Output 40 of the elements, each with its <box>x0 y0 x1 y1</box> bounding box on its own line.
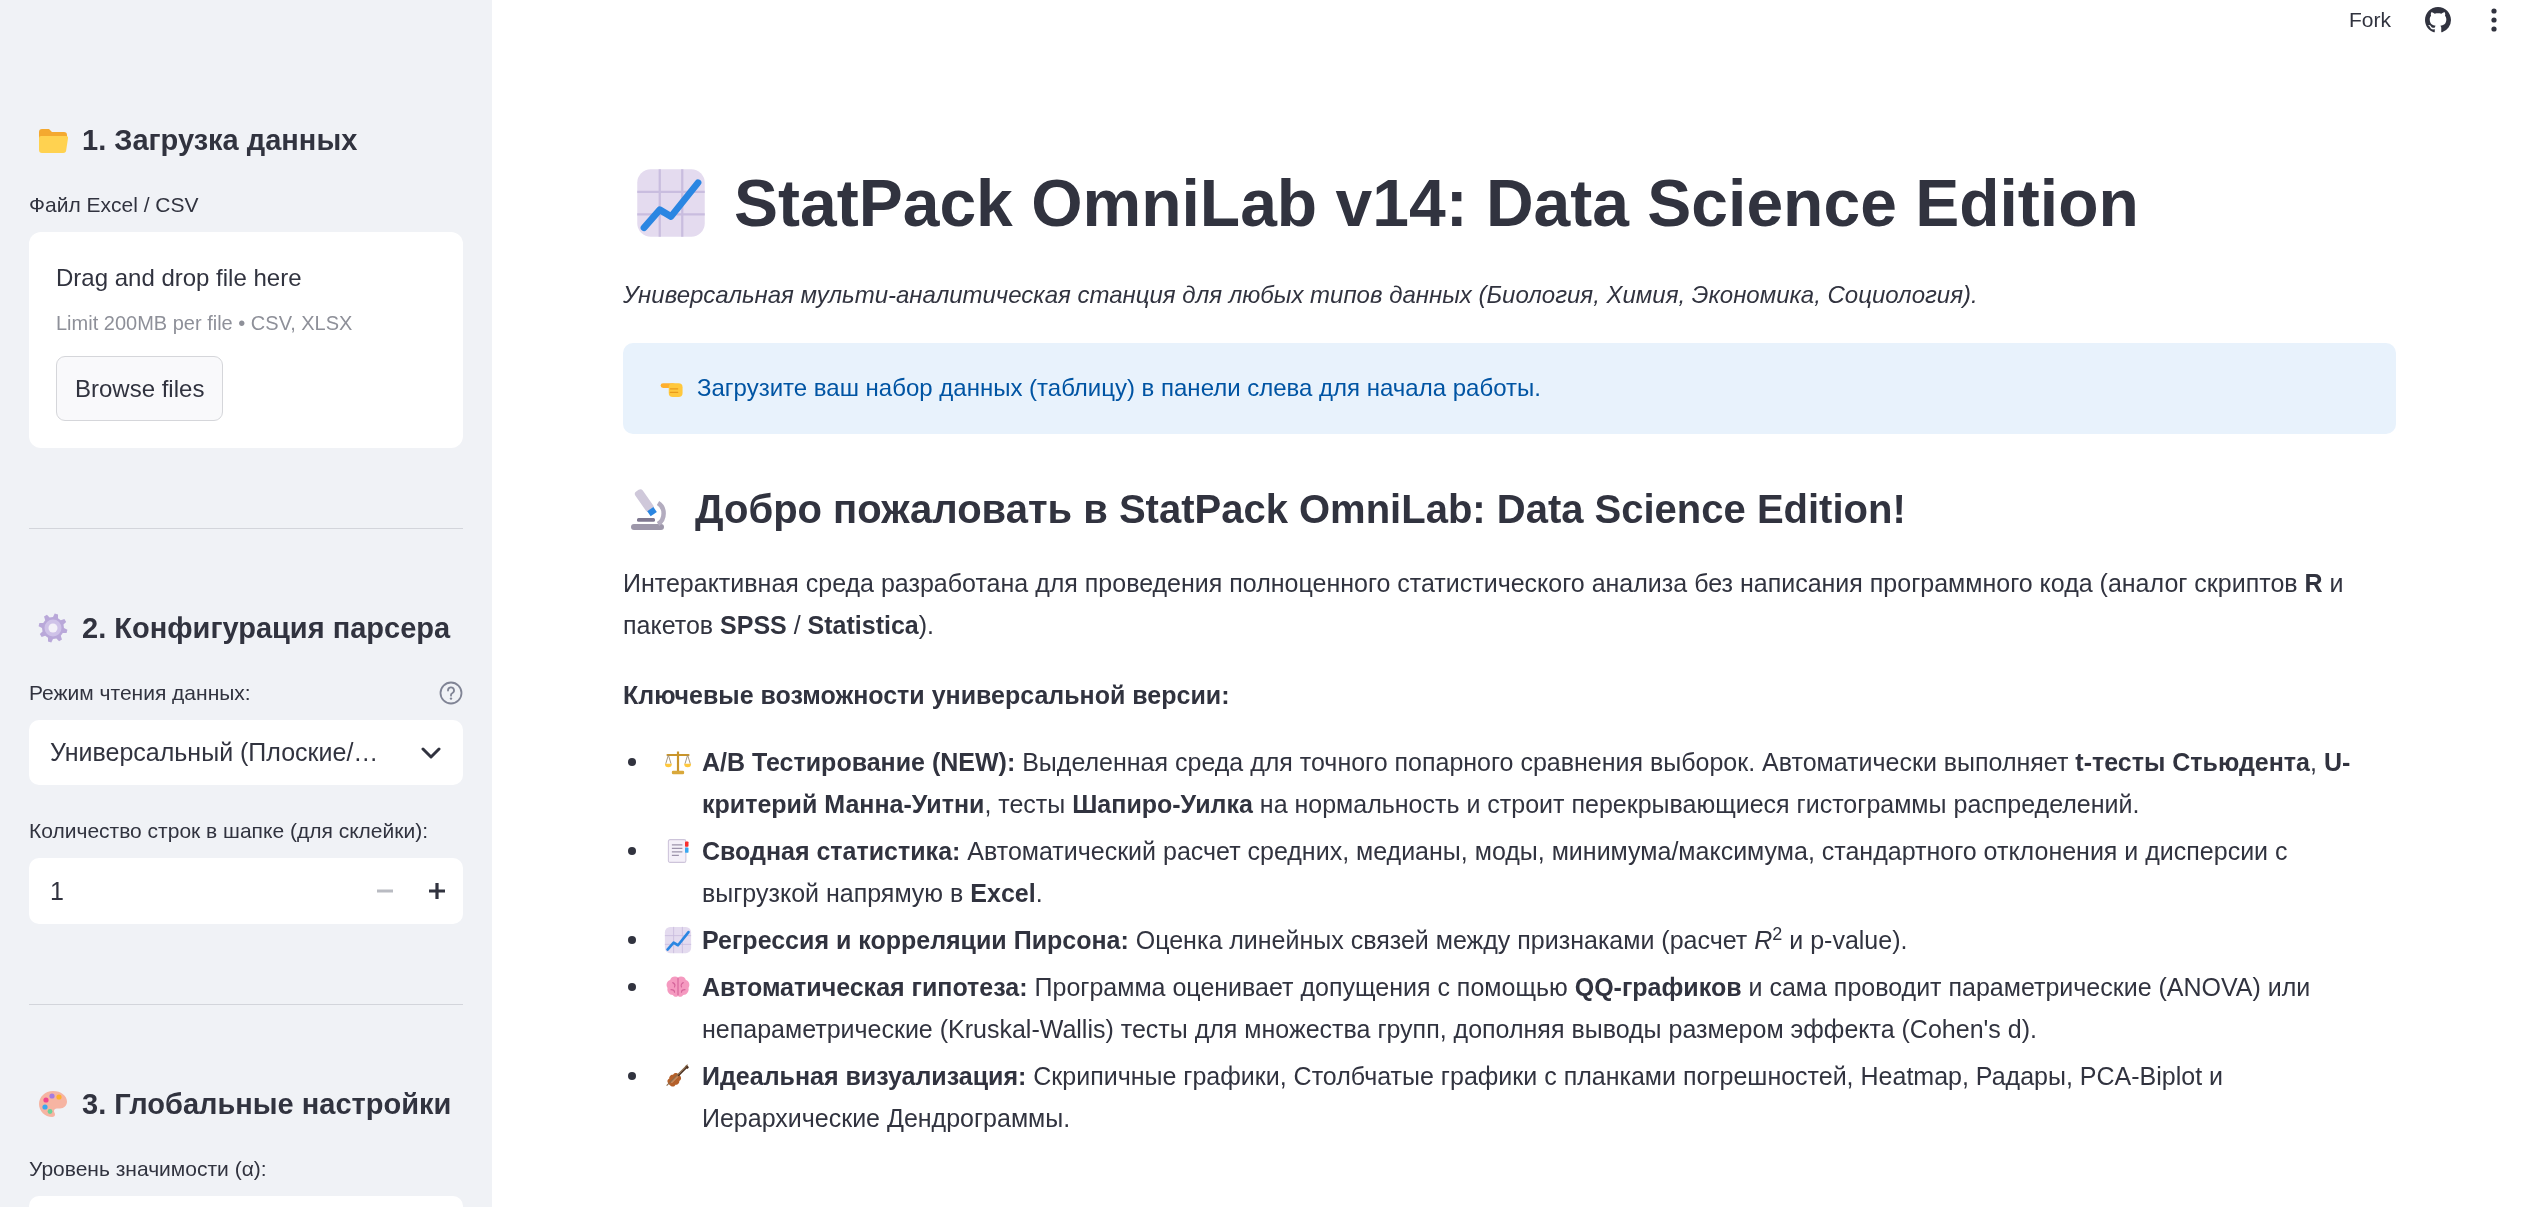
bullet-icon <box>628 936 636 944</box>
section-heading: 2. Конфигурация парсера <box>82 611 451 646</box>
upload-limit-text: Limit 200MB per file • CSV, XLSX <box>56 311 353 336</box>
github-icon[interactable] <box>2425 7 2451 33</box>
palette-icon <box>37 1088 69 1120</box>
field-label: Файл Excel / CSV <box>29 192 199 218</box>
info-message: Загрузите ваш набор данных (таблицу) в панели слева для начала работы. <box>697 373 1541 403</box>
bullet-icon <box>628 847 636 855</box>
feature-text: Идеальная визуализация: Скрипичные графики, Столбчатые графики с планками погрешностей, Heatmap, Радары, PCA-Biplot и Иерархические Дендрограммы. <box>702 1061 2225 1134</box>
chevron-down-icon <box>421 746 441 759</box>
page-subtitle: Универсальная мульти-аналитическая станция для любых типов данных (Биология, Химия, Экономика, Социология). <box>623 280 1979 310</box>
fork-link[interactable]: Fork <box>2349 8 2391 32</box>
plus-icon <box>429 883 445 899</box>
more-menu-icon[interactable] <box>2491 8 2497 32</box>
section-heading: 3. Глобальные настройки <box>82 1087 452 1122</box>
feature-text: Автоматическая гипотеза: Программа оценивает допущения с помощью QQ-графиков и сама проводит параметрические (ANOVA) или непараметрические (Kruskal-Wallis) тесты для множества групп, дополняя выводы размером эффекта (Cohen's d). <box>702 972 2312 1045</box>
rising-chart-icon <box>664 926 692 954</box>
bullet-icon <box>628 983 636 991</box>
bullet-icon <box>628 758 636 766</box>
minus-icon <box>377 889 393 893</box>
browse-files-button[interactable]: Browse files <box>56 356 224 421</box>
rising-chart-icon <box>635 167 707 239</box>
feature-text: Регрессия и корреляции Пирсона: Оценка линейных связей между признаками (расчет R$^{2}$ и p-value). <box>702 922 1908 956</box>
feature-text: A/B Тестирование (NEW): Выделенная среда для точного попарного сравнения выборок. Автоматически выполняет t-тесты Стьюдента, U-критерий Манна-Уитни, тесты Шапиро-Уилка на нормальность и строит перекрывающиеся гистограммы распределений. <box>702 747 2352 820</box>
page-title: StatPack OmniLab v14: Data Science Edition <box>734 165 2139 242</box>
feature-text: Сводная статистика: Автоматический расчет средних, медианы, моды, минимума/максимума, стандартного отклонения и дисперсии с выгрузкой напрямую в Excel. <box>702 836 2289 909</box>
bullet-icon <box>628 1072 636 1080</box>
help-icon[interactable] <box>439 681 463 705</box>
intro-paragraph: Интерактивная среда разработана для проведения полноценного статистического анализа без написания программного кода (аналог скриптов R и пакетов SPSS / Statistica). <box>623 568 2345 641</box>
welcome-heading: Добро пожаловать в StatPack OmniLab: Data Science Edition! <box>695 486 1906 533</box>
features-heading: Ключевые возможности универсальной версии: <box>623 680 1231 711</box>
field-label: Режим чтения данных: <box>29 680 251 706</box>
number-input[interactable]: 1 <box>29 858 463 924</box>
dropzone-text: Drag and drop file here <box>56 263 302 293</box>
file-dropzone[interactable]: Drag and drop file here Limit 200MB per file • CSV, XLSX Browse files <box>29 232 463 448</box>
field-label: Количество строк в шапке (для склейки): <box>29 818 428 844</box>
gear-icon <box>37 612 69 644</box>
field-label: Уровень значимости (α): <box>29 1156 267 1182</box>
section-heading: 1. Загрузка данных <box>82 123 358 158</box>
mode-select[interactable]: Универсальный (Плоские/… <box>29 720 463 785</box>
